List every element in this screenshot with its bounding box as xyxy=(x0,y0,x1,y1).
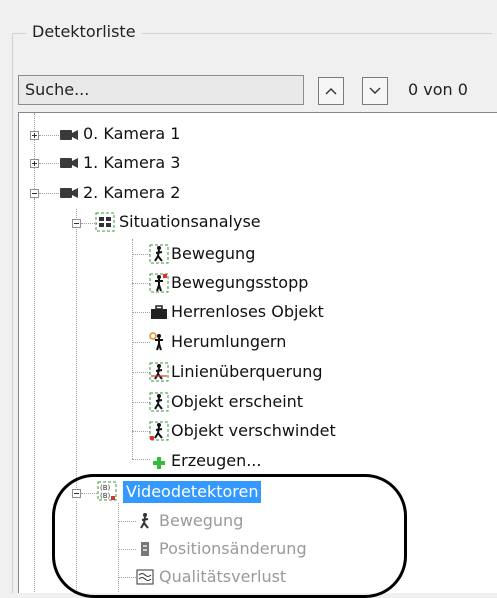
tree-node-herrenloses-objekt[interactable]: Herrenloses Objekt xyxy=(171,301,324,323)
briefcase-icon xyxy=(151,305,167,319)
expand-toggle-cam1[interactable] xyxy=(30,159,39,168)
tree-line xyxy=(132,342,150,343)
tree-line xyxy=(132,431,150,432)
tree-node-cam2[interactable]: 2. Kamera 2 xyxy=(83,182,180,204)
detector-tree[interactable]: 0. Kamera 1 1. Kamera 3 2. Kamera 2 Situ… xyxy=(18,112,497,593)
tree-line xyxy=(76,209,77,494)
video-detector-group-icon: (B) (B) xyxy=(97,481,117,501)
quality-icon xyxy=(136,569,154,585)
tree-line xyxy=(81,493,97,494)
walking-person-icon xyxy=(149,421,169,441)
tree-line xyxy=(132,459,150,460)
tree-node-videodetektoren[interactable]: Videodetektoren xyxy=(123,481,262,503)
standing-person-icon xyxy=(149,332,163,351)
tree-line xyxy=(118,503,119,593)
tree-line xyxy=(132,372,150,373)
tree-node-situationsanalyse[interactable]: Situationsanalyse xyxy=(119,211,261,233)
tree-node-bewegung[interactable]: Bewegung xyxy=(171,243,255,265)
walking-person-icon xyxy=(140,513,149,529)
plus-icon xyxy=(153,457,165,469)
tree-line xyxy=(132,254,150,255)
tree-line xyxy=(118,521,136,522)
walking-person-icon xyxy=(149,244,169,264)
tree-line xyxy=(132,239,133,459)
tree-line xyxy=(132,312,150,313)
search-input[interactable]: Suche... xyxy=(18,75,304,105)
tree-line xyxy=(34,199,35,593)
svg-text:(B): (B) xyxy=(100,492,111,500)
tree-node-herumlungern[interactable]: Herumlungern xyxy=(171,331,286,353)
collapse-toggle-videodetektoren[interactable] xyxy=(72,489,81,498)
chevron-up-icon xyxy=(325,88,337,95)
tree-line xyxy=(132,283,150,284)
tree-node-bewegungsstopp[interactable]: Bewegungsstopp xyxy=(171,272,308,294)
tree-node-erzeugen[interactable]: Erzeugen... xyxy=(171,450,261,472)
tree-node-linienueberquerung[interactable]: Linienüberquerung xyxy=(171,361,323,383)
next-result-button[interactable] xyxy=(362,77,388,105)
walking-person-icon xyxy=(149,392,169,412)
group-border-left xyxy=(12,33,13,593)
walking-person-icon xyxy=(149,362,169,382)
tree-line xyxy=(39,163,59,164)
tree-node-objekt-erscheint[interactable]: Objekt erscheint xyxy=(171,391,303,413)
chevron-down-icon xyxy=(369,87,381,94)
tree-node-vd-positionsaenderung[interactable]: Positionsänderung xyxy=(159,538,307,560)
tree-node-vd-qualitaetsverlust[interactable]: Qualitätsverlust xyxy=(159,566,286,588)
tree-node-objekt-verschwindet[interactable]: Objekt verschwindet xyxy=(171,420,336,442)
collapse-toggle-situationsanalyse[interactable] xyxy=(72,219,81,228)
group-title: Detektorliste xyxy=(26,20,142,44)
camera-icon xyxy=(60,158,78,168)
collapse-toggle-cam2[interactable] xyxy=(30,189,39,198)
tree-line xyxy=(39,135,59,136)
tree-node-cam1[interactable]: 1. Kamera 3 xyxy=(83,152,180,174)
svg-text:(B): (B) xyxy=(100,484,111,492)
tree-line xyxy=(76,501,77,593)
tree-node-cam0[interactable]: 0. Kamera 1 xyxy=(83,123,180,145)
expand-toggle-cam0[interactable] xyxy=(30,131,39,140)
camera-icon xyxy=(60,130,78,140)
result-counter: 0 von 0 xyxy=(408,80,468,99)
tree-line xyxy=(118,577,136,578)
prev-result-button[interactable] xyxy=(318,77,344,105)
detector-group-icon xyxy=(95,212,115,232)
position-icon xyxy=(141,542,149,556)
tree-line xyxy=(118,549,136,550)
camera-icon xyxy=(60,188,78,198)
tree-line xyxy=(34,113,35,199)
standing-person-icon xyxy=(149,273,169,293)
tree-line xyxy=(132,402,150,403)
tree-line xyxy=(39,193,59,194)
tree-node-vd-bewegung[interactable]: Bewegung xyxy=(159,510,243,532)
